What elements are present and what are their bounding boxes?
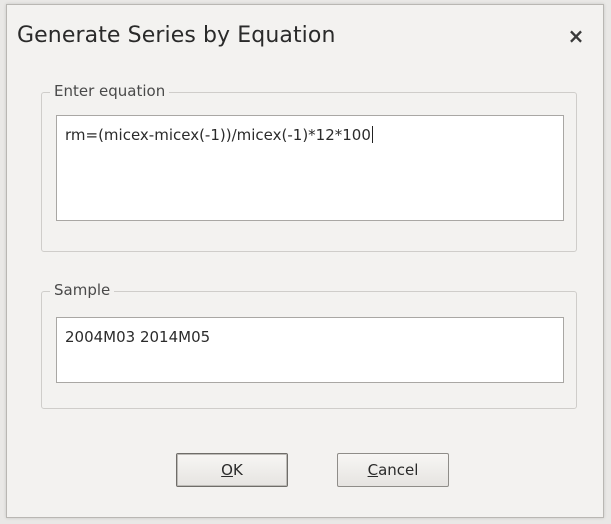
cancel-mnemonic: C (367, 461, 379, 479)
equation-input[interactable]: rm=(micex-micex(-1))/micex(-1)*12*100 (56, 115, 564, 221)
equation-group-label: Enter equation (50, 82, 170, 100)
equation-text: rm=(micex-micex(-1))/micex(-1)*12*100 (65, 126, 371, 144)
text-caret (371, 126, 373, 143)
cancel-label-rest: ancel (378, 461, 419, 479)
equation-groupbox: Enter equation rm=(micex-micex(-1))/mice… (41, 82, 577, 252)
sample-input[interactable]: 2004M03 2014M05 (56, 317, 564, 383)
sample-group-label: Sample (50, 281, 115, 299)
sample-groupbox: Sample 2004M03 2014M05 (41, 281, 577, 409)
close-icon[interactable]: × (563, 23, 589, 49)
ok-mnemonic: O (221, 461, 233, 479)
generate-series-dialog: Generate Series by Equation × Enter equa… (6, 4, 604, 518)
sample-text: 2004M03 2014M05 (65, 328, 211, 346)
dialog-titlebar[interactable]: Generate Series by Equation × (7, 5, 603, 63)
ok-label-rest: K (232, 461, 243, 479)
cancel-button[interactable]: Cancel (337, 453, 449, 487)
dialog-title: Generate Series by Equation (17, 23, 336, 48)
ok-button[interactable]: OK (176, 453, 288, 487)
